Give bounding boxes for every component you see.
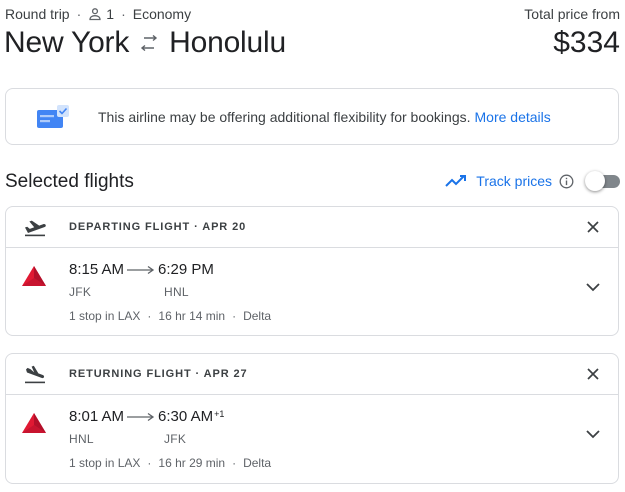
returning-flight-card: RETURNING FLIGHT · APR 27 8:01 AM 6:30 A… xyxy=(5,353,619,484)
origin-airport-code: JFK xyxy=(69,285,92,299)
close-icon[interactable] xyxy=(585,366,601,387)
separator-dot: · xyxy=(121,6,126,22)
track-prices-label[interactable]: Track prices xyxy=(476,173,552,189)
flight-heading: RETURNING FLIGHT · APR 27 xyxy=(69,368,248,380)
separator-dot: · xyxy=(76,6,82,22)
delta-logo xyxy=(21,412,47,439)
person-icon xyxy=(88,7,102,21)
origin-city: New York xyxy=(4,26,130,59)
flight-times: 8:01 AM 6:30 AM +1 xyxy=(69,408,224,425)
origin-airport-code: HNL xyxy=(69,432,94,446)
flight-date: APR 27 xyxy=(203,368,248,380)
arrow-right-icon xyxy=(126,265,156,275)
flight-card-body[interactable]: 8:15 AM 6:29 PM JFK HNL 1 stop in LAX · 16… xyxy=(6,248,618,336)
day-offset: +1 xyxy=(214,408,225,419)
flight-card-body[interactable]: 8:01 AM 6:30 AM +1 HNL JFK 1 stop in LAX ·… xyxy=(6,395,618,483)
total-price-label: Total price from xyxy=(524,6,620,22)
flight-direction: RETURNING FLIGHT xyxy=(69,368,192,380)
delta-logo xyxy=(21,265,47,292)
track-prices: Track prices xyxy=(445,170,620,192)
plane-landing-icon xyxy=(23,364,47,389)
flight-heading: DEPARTING FLIGHT · APR 20 xyxy=(69,221,247,233)
more-details-link[interactable]: More details xyxy=(475,109,551,125)
flight-card-header: DEPARTING FLIGHT · APR 20 xyxy=(6,207,618,248)
ticket-flex-icon xyxy=(37,104,71,130)
notice-text: This airline may be offering additional … xyxy=(98,109,551,125)
arrive-time: 6:30 AM xyxy=(158,408,214,425)
flight-details: 1 stop in LAX · 16 hr 14 min · Delta xyxy=(69,309,272,323)
trending-line-icon xyxy=(445,174,467,188)
flight-direction: DEPARTING FLIGHT xyxy=(69,221,191,233)
airline-name: Delta xyxy=(243,309,272,323)
plane-takeoff-icon xyxy=(23,217,47,242)
selected-flights-title: Selected flights xyxy=(5,171,134,192)
passenger-count[interactable]: 1 xyxy=(106,6,114,22)
destination-city: Honolulu xyxy=(169,26,286,59)
chevron-down-icon[interactable] xyxy=(585,427,601,445)
flexibility-notice: This airline may be offering additional … xyxy=(5,88,619,145)
arrive-time: 6:29 PM xyxy=(158,261,214,278)
stops: 1 stop in LAX xyxy=(69,309,141,323)
airline-name: Delta xyxy=(243,456,272,470)
cabin-class[interactable]: Economy xyxy=(133,6,191,22)
track-prices-toggle[interactable] xyxy=(585,170,620,192)
flight-times: 8:15 AM 6:29 PM xyxy=(69,261,215,278)
notice-message: This airline may be offering additional … xyxy=(98,108,471,125)
destination-airport-code: HNL xyxy=(164,285,189,299)
departing-flight-card: DEPARTING FLIGHT · APR 20 8:15 AM 6:29 P… xyxy=(5,206,619,336)
toggle-knob xyxy=(585,171,605,191)
duration: 16 hr 29 min xyxy=(158,456,226,470)
trip-type[interactable]: Round trip xyxy=(5,6,70,22)
close-icon[interactable] xyxy=(585,219,601,240)
chevron-down-icon[interactable] xyxy=(585,280,601,298)
total-price: $334 xyxy=(553,26,620,59)
trip-meta: Round trip · 1 · Economy xyxy=(5,6,191,22)
route-title: New York Honolulu xyxy=(4,26,286,60)
duration: 16 hr 14 min xyxy=(158,309,226,323)
depart-time: 8:01 AM xyxy=(69,408,125,425)
info-icon[interactable] xyxy=(559,174,574,189)
flight-card-header: RETURNING FLIGHT · APR 27 xyxy=(6,354,618,395)
swap-arrows-icon xyxy=(139,35,159,51)
flight-date: APR 20 xyxy=(202,221,247,233)
depart-time: 8:15 AM xyxy=(69,261,125,278)
flight-details: 1 stop in LAX · 16 hr 29 min · Delta xyxy=(69,456,272,470)
arrow-right-icon xyxy=(126,412,156,422)
destination-airport-code: JFK xyxy=(164,432,187,446)
stops: 1 stop in LAX xyxy=(69,456,141,470)
